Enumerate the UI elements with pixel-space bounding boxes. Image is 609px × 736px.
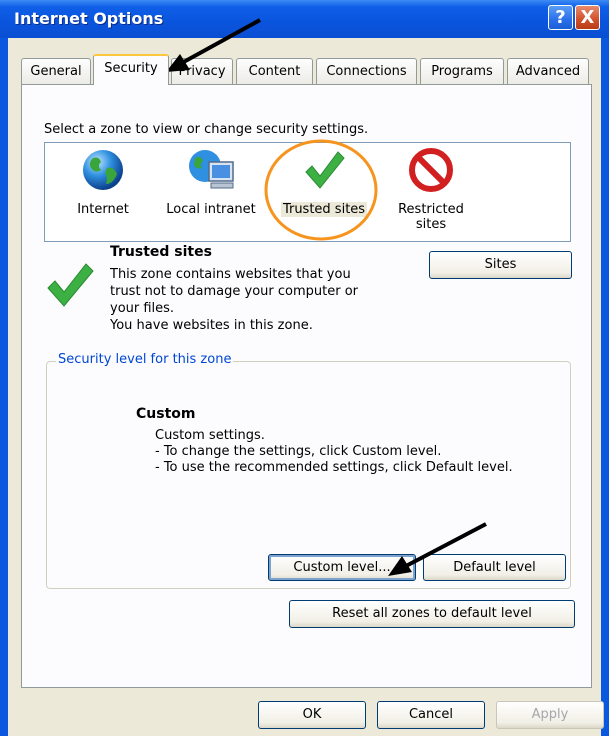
title-bar[interactable]: Internet Options ? X: [0, 0, 609, 38]
zone-info-line: This zone contains websites that you: [110, 267, 351, 282]
apply-button[interactable]: Apply: [496, 701, 604, 729]
tab-connections[interactable]: Connections: [316, 58, 417, 84]
cancel-button[interactable]: Cancel: [377, 701, 485, 729]
zone-local-intranet[interactable]: Local intranet: [159, 146, 263, 217]
zone-info-description: This zone contains websites that you tru…: [110, 266, 358, 334]
sites-button[interactable]: Sites: [429, 251, 572, 279]
security-level-title: Custom: [136, 406, 196, 422]
window-title: Internet Options: [14, 9, 164, 28]
tab-general[interactable]: General: [21, 58, 91, 84]
highlight-circle: [264, 139, 378, 241]
reset-all-zones-button[interactable]: Reset all zones to default level: [289, 600, 575, 628]
help-button[interactable]: ?: [548, 5, 573, 30]
security-level-description: Custom settings. - To change the setting…: [155, 428, 513, 476]
annotation-arrow-custom-level: [388, 522, 487, 576]
ok-button[interactable]: OK: [258, 701, 366, 729]
tab-advanced[interactable]: Advanced: [507, 58, 589, 84]
zone-info-line: You have websites in this zone.: [110, 318, 313, 333]
close-button[interactable]: X: [575, 5, 600, 30]
intranet-icon: [189, 150, 234, 189]
zone-restricted-label-2: sites: [415, 217, 447, 232]
zone-info-line: trust not to damage your computer or: [110, 284, 359, 299]
zone-restricted-sites[interactable]: Restricted sites: [383, 146, 479, 232]
security-level-line: Custom settings.: [155, 428, 265, 443]
security-level-legend: Security level for this zone: [56, 352, 234, 367]
zone-restricted-label: Restricted: [398, 202, 464, 217]
no-entry-icon: [409, 148, 453, 192]
zone-internet[interactable]: Internet: [67, 146, 139, 217]
globe-icon: [83, 150, 123, 190]
zone-internet-label: Internet: [77, 202, 129, 217]
tab-security[interactable]: Security: [93, 54, 169, 85]
annotation-arrow-security-tab: [166, 18, 261, 72]
security-level-line: - To use the recommended settings, click…: [155, 460, 513, 475]
tab-programs[interactable]: Programs: [420, 58, 504, 84]
zone-local-intranet-label: Local intranet: [166, 202, 256, 217]
zone-info-title: Trusted sites: [110, 244, 212, 260]
internet-options-window: Internet Options ? X General Security Pr…: [0, 0, 609, 736]
security-level-line: - To change the settings, click Custom l…: [155, 444, 442, 459]
zone-info-line: your files.: [110, 301, 175, 316]
zone-prompt: Select a zone to view or change security…: [44, 122, 369, 137]
trusted-sites-large-checkmark-icon: [47, 263, 94, 307]
